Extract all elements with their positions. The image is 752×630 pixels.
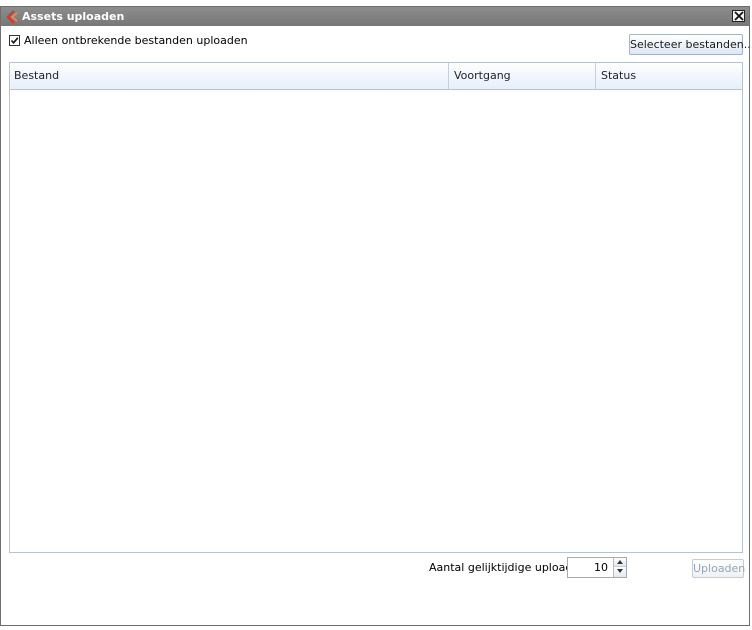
arrow-up-icon bbox=[617, 560, 623, 564]
title-bar[interactable]: Assets uploaden bbox=[1, 7, 749, 26]
grid-header: Bestand Voortgang Status bbox=[10, 63, 742, 90]
upload-dialog: Assets uploaden Alleen ontbrekende besta… bbox=[0, 6, 752, 626]
concurrent-uploads-label: Aantal gelijktijdige uploads: bbox=[429, 561, 582, 574]
decrement-button[interactable] bbox=[613, 567, 626, 577]
column-header-status[interactable]: Status bbox=[601, 63, 741, 89]
close-icon bbox=[734, 11, 744, 21]
upload-button[interactable]: Uploaden bbox=[692, 559, 745, 578]
concurrent-uploads-stepper[interactable]: 10 bbox=[567, 557, 627, 578]
column-divider[interactable] bbox=[448, 63, 449, 89]
missing-only-label[interactable]: Alleen ontbrekende bestanden uploaden bbox=[24, 34, 248, 47]
checkmark-icon bbox=[10, 37, 19, 45]
select-files-button[interactable]: Selecteer bestanden... bbox=[629, 34, 752, 55]
column-header-progress[interactable]: Voortgang bbox=[454, 63, 594, 89]
file-grid[interactable]: Bestand Voortgang Status bbox=[9, 62, 743, 553]
close-button[interactable] bbox=[732, 10, 745, 22]
missing-only-checkbox[interactable] bbox=[9, 35, 20, 46]
increment-button[interactable] bbox=[613, 558, 626, 567]
arrow-down-icon bbox=[617, 569, 623, 573]
app-logo-icon bbox=[5, 10, 19, 24]
concurrent-uploads-value[interactable]: 10 bbox=[568, 558, 608, 577]
window-title: Assets uploaden bbox=[22, 10, 125, 23]
column-divider[interactable] bbox=[595, 63, 596, 89]
background-bottom bbox=[0, 626, 752, 630]
column-header-file[interactable]: Bestand bbox=[14, 63, 448, 89]
